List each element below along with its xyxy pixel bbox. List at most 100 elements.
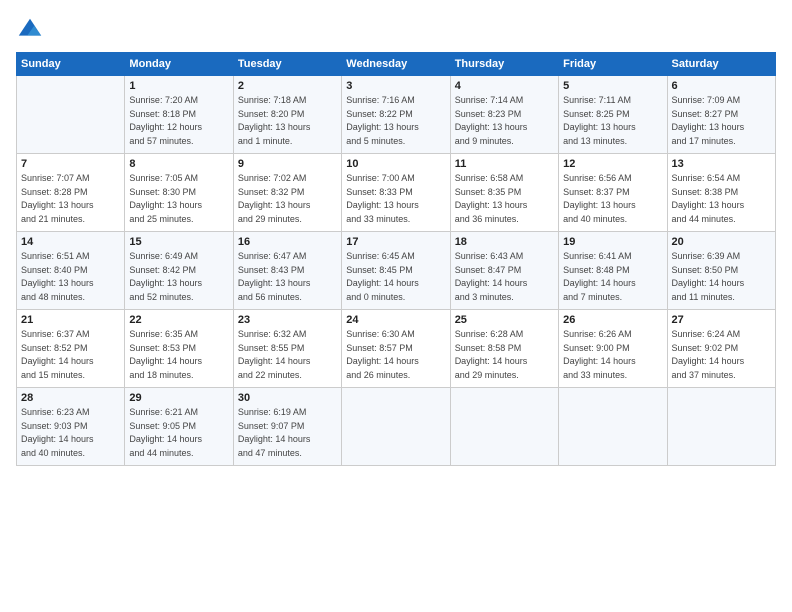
day-number: 16: [238, 236, 337, 248]
day-number: 21: [21, 314, 120, 326]
header: [16, 16, 776, 44]
day-cell: 21 Sunrise: 6:37 AM Sunset: 8:52 PM Dayli…: [17, 310, 125, 388]
day-cell: 9Sunrise: 7:02 AM Sunset: 8:32 PM Daylig…: [233, 154, 341, 232]
day-info: Sunrise: 7:20 AM Sunset: 8:18 PM Dayligh…: [129, 94, 228, 148]
day-number: 27: [672, 314, 771, 326]
day-number: 14: [21, 236, 120, 248]
day-number: 25: [455, 314, 554, 326]
day-number: 28: [21, 392, 120, 404]
day-info: Sunrise: 7:18 AM Sunset: 8:20 PM Dayligh…: [238, 94, 337, 148]
day-cell: 16 Sunrise: 6:47 AM Sunset: 8:43 PM Dayli…: [233, 232, 341, 310]
day-info: Sunrise: 6:47 AM Sunset: 8:43 PM Dayligh…: [238, 250, 337, 304]
day-cell: 8 Sunrise: 7:05 AM Sunset: 8:30 PM Daylig…: [125, 154, 233, 232]
day-info: Sunrise: 6:21 AM Sunset: 9:05 PM Dayligh…: [129, 406, 228, 460]
day-info: Sunrise: 6:54 AM Sunset: 8:38 PM Dayligh…: [672, 172, 771, 226]
day-number: 22: [129, 314, 228, 326]
day-info: Sunrise: 7:11 AM Sunset: 8:25 PM Dayligh…: [563, 94, 662, 148]
day-cell: 27 Sunrise: 6:24 AM Sunset: 9:02 PM Dayli…: [667, 310, 775, 388]
day-cell: 4Sunrise: 7:14 AM Sunset: 8:23 PM Daylig…: [450, 76, 558, 154]
header-cell-monday: Monday: [125, 53, 233, 76]
header-row: SundayMondayTuesdayWednesdayThursdayFrid…: [17, 53, 776, 76]
day-info: Sunrise: 7:05 AM Sunset: 8:30 PM Dayligh…: [129, 172, 228, 226]
calendar-page: SundayMondayTuesdayWednesdayThursdayFrid…: [0, 0, 792, 612]
header-cell-wednesday: Wednesday: [342, 53, 450, 76]
day-info: Sunrise: 6:30 AM Sunset: 8:57 PM Dayligh…: [346, 328, 445, 382]
day-info: Sunrise: 6:35 AM Sunset: 8:53 PM Dayligh…: [129, 328, 228, 382]
day-cell: 6 Sunrise: 7:09 AM Sunset: 8:27 PM Daylig…: [667, 76, 775, 154]
day-cell: [450, 388, 558, 466]
day-info: Sunrise: 6:56 AM Sunset: 8:37 PM Dayligh…: [563, 172, 662, 226]
day-cell: 10Sunrise: 7:00 AM Sunset: 8:33 PM Dayli…: [342, 154, 450, 232]
week-row-3: 21 Sunrise: 6:37 AM Sunset: 8:52 PM Dayli…: [17, 310, 776, 388]
day-info: Sunrise: 7:07 AM Sunset: 8:28 PM Dayligh…: [21, 172, 120, 226]
week-row-2: 14 Sunrise: 6:51 AM Sunset: 8:40 PM Dayli…: [17, 232, 776, 310]
day-cell: 19 Sunrise: 6:41 AM Sunset: 8:48 PM Dayli…: [559, 232, 667, 310]
day-cell: 7 Sunrise: 7:07 AM Sunset: 8:28 PM Daylig…: [17, 154, 125, 232]
week-row-1: 7 Sunrise: 7:07 AM Sunset: 8:28 PM Daylig…: [17, 154, 776, 232]
day-cell: 25 Sunrise: 6:28 AM Sunset: 8:58 PM Dayli…: [450, 310, 558, 388]
day-info: Sunrise: 6:24 AM Sunset: 9:02 PM Dayligh…: [672, 328, 771, 382]
day-number: 13: [672, 158, 771, 170]
day-info: Sunrise: 6:58 AM Sunset: 8:35 PM Dayligh…: [455, 172, 554, 226]
day-info: Sunrise: 6:51 AM Sunset: 8:40 PM Dayligh…: [21, 250, 120, 304]
day-cell: 23 Sunrise: 6:32 AM Sunset: 8:55 PM Dayli…: [233, 310, 341, 388]
day-number: 29: [129, 392, 228, 404]
day-info: Sunrise: 6:23 AM Sunset: 9:03 PM Dayligh…: [21, 406, 120, 460]
logo-icon: [16, 16, 44, 44]
day-cell: 24 Sunrise: 6:30 AM Sunset: 8:57 PM Dayli…: [342, 310, 450, 388]
week-row-4: 28 Sunrise: 6:23 AM Sunset: 9:03 PM Dayli…: [17, 388, 776, 466]
header-cell-thursday: Thursday: [450, 53, 558, 76]
day-number: 23: [238, 314, 337, 326]
day-cell: 3 Sunrise: 7:16 AM Sunset: 8:22 PM Daylig…: [342, 76, 450, 154]
day-info: Sunrise: 7:14 AM Sunset: 8:23 PM Dayligh…: [455, 94, 554, 148]
day-info: Sunrise: 6:39 AM Sunset: 8:50 PM Dayligh…: [672, 250, 771, 304]
day-cell: 18Sunrise: 6:43 AM Sunset: 8:47 PM Dayli…: [450, 232, 558, 310]
day-cell: 20Sunrise: 6:39 AM Sunset: 8:50 PM Dayli…: [667, 232, 775, 310]
day-number: 9: [238, 158, 337, 170]
day-info: Sunrise: 6:45 AM Sunset: 8:45 PM Dayligh…: [346, 250, 445, 304]
day-cell: [559, 388, 667, 466]
day-number: 10: [346, 158, 445, 170]
day-number: 6: [672, 80, 771, 92]
day-cell: 30 Sunrise: 6:19 AM Sunset: 9:07 PM Dayli…: [233, 388, 341, 466]
header-cell-friday: Friday: [559, 53, 667, 76]
day-number: 24: [346, 314, 445, 326]
day-cell: [17, 76, 125, 154]
week-row-0: 1 Sunrise: 7:20 AM Sunset: 8:18 PM Daylig…: [17, 76, 776, 154]
logo: [16, 16, 46, 44]
day-cell: [667, 388, 775, 466]
header-cell-tuesday: Tuesday: [233, 53, 341, 76]
day-number: 3: [346, 80, 445, 92]
header-cell-sunday: Sunday: [17, 53, 125, 76]
day-number: 19: [563, 236, 662, 248]
day-cell: 1 Sunrise: 7:20 AM Sunset: 8:18 PM Daylig…: [125, 76, 233, 154]
day-number: 11: [455, 158, 554, 170]
header-cell-saturday: Saturday: [667, 53, 775, 76]
day-cell: 2Sunrise: 7:18 AM Sunset: 8:20 PM Daylig…: [233, 76, 341, 154]
day-info: Sunrise: 7:16 AM Sunset: 8:22 PM Dayligh…: [346, 94, 445, 148]
day-info: Sunrise: 6:19 AM Sunset: 9:07 PM Dayligh…: [238, 406, 337, 460]
day-number: 17: [346, 236, 445, 248]
day-number: 1: [129, 80, 228, 92]
day-info: Sunrise: 6:28 AM Sunset: 8:58 PM Dayligh…: [455, 328, 554, 382]
day-number: 5: [563, 80, 662, 92]
day-cell: 17 Sunrise: 6:45 AM Sunset: 8:45 PM Dayli…: [342, 232, 450, 310]
day-cell: 22 Sunrise: 6:35 AM Sunset: 8:53 PM Dayli…: [125, 310, 233, 388]
day-info: Sunrise: 7:09 AM Sunset: 8:27 PM Dayligh…: [672, 94, 771, 148]
day-info: Sunrise: 6:37 AM Sunset: 8:52 PM Dayligh…: [21, 328, 120, 382]
day-number: 26: [563, 314, 662, 326]
day-cell: 12 Sunrise: 6:56 AM Sunset: 8:37 PM Dayli…: [559, 154, 667, 232]
day-info: Sunrise: 6:41 AM Sunset: 8:48 PM Dayligh…: [563, 250, 662, 304]
day-number: 8: [129, 158, 228, 170]
day-number: 7: [21, 158, 120, 170]
day-cell: 26 Sunrise: 6:26 AM Sunset: 9:00 PM Dayli…: [559, 310, 667, 388]
day-cell: 13 Sunrise: 6:54 AM Sunset: 8:38 PM Dayli…: [667, 154, 775, 232]
day-number: 12: [563, 158, 662, 170]
calendar-table: SundayMondayTuesdayWednesdayThursdayFrid…: [16, 52, 776, 466]
day-cell: 15Sunrise: 6:49 AM Sunset: 8:42 PM Dayli…: [125, 232, 233, 310]
day-info: Sunrise: 6:49 AM Sunset: 8:42 PM Dayligh…: [129, 250, 228, 304]
day-info: Sunrise: 6:32 AM Sunset: 8:55 PM Dayligh…: [238, 328, 337, 382]
day-number: 30: [238, 392, 337, 404]
day-info: Sunrise: 6:26 AM Sunset: 9:00 PM Dayligh…: [563, 328, 662, 382]
day-cell: 11 Sunrise: 6:58 AM Sunset: 8:35 PM Dayli…: [450, 154, 558, 232]
